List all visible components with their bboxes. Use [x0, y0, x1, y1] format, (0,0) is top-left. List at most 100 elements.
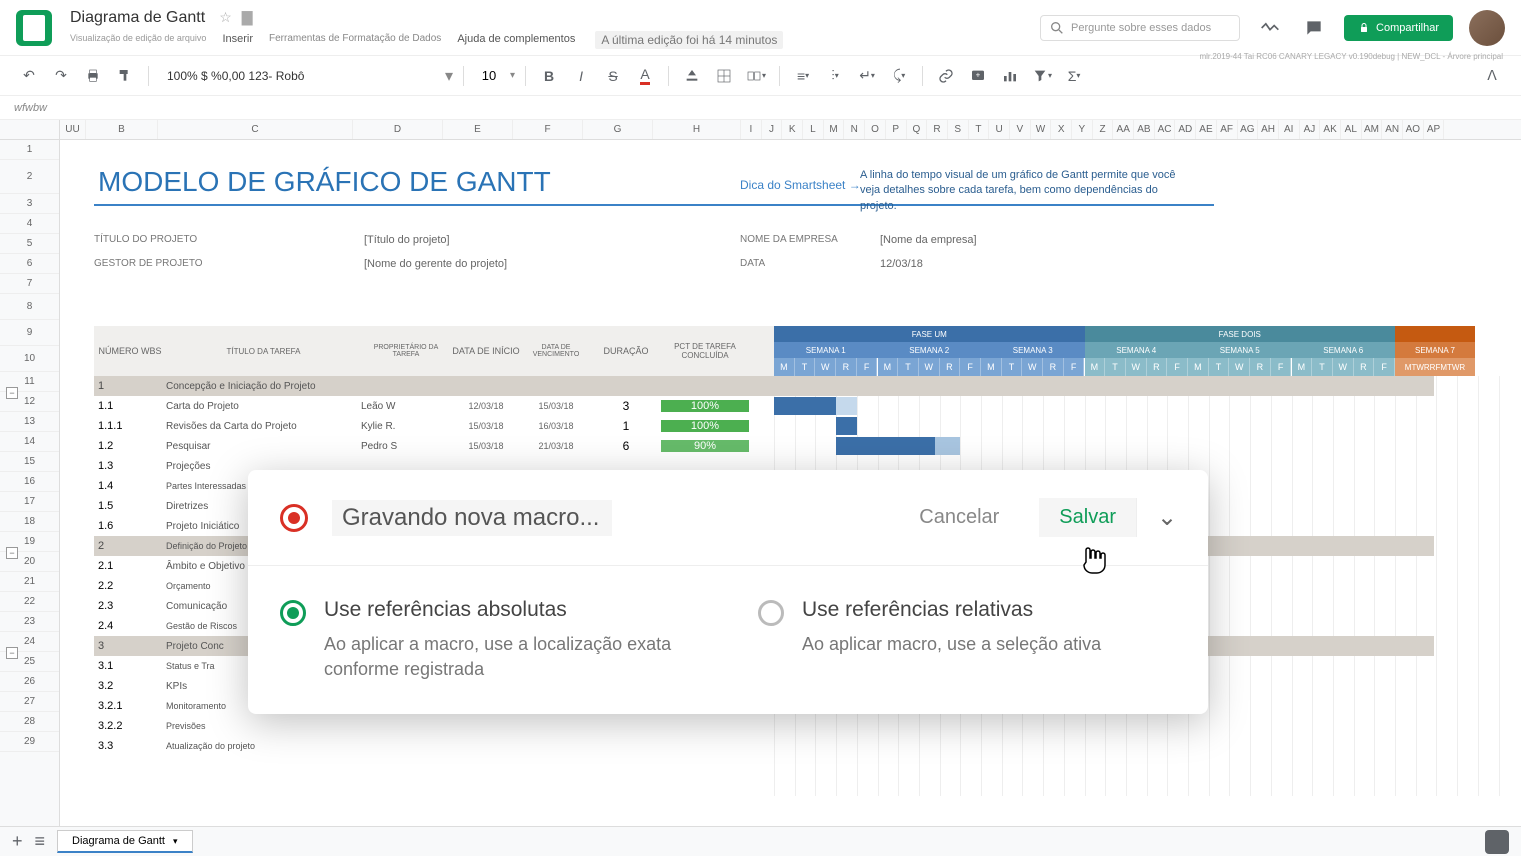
strikethrough-button[interactable]: S — [600, 63, 626, 89]
insert-link-button[interactable] — [933, 63, 959, 89]
column-header[interactable]: R — [927, 120, 948, 139]
text-rotation-button[interactable]: ⤹▾ — [886, 63, 912, 89]
absolute-refs-option[interactable]: Use referências absolutas Ao aplicar a m… — [280, 598, 698, 682]
row-header[interactable]: 17 — [0, 492, 59, 512]
row-header[interactable]: 8 — [0, 294, 59, 320]
row-header[interactable]: 28 — [0, 712, 59, 732]
cancel-button[interactable]: Cancelar — [919, 506, 999, 529]
sheet-tab[interactable]: Diagrama de Gantt ▾ — [57, 830, 192, 853]
gantt-section-row[interactable]: 1Concepção e Iniciação do Projeto — [94, 376, 1434, 396]
column-header[interactable]: B — [86, 120, 158, 139]
row-header[interactable]: 6 — [0, 254, 59, 274]
row-header[interactable]: 14 — [0, 432, 59, 452]
column-header[interactable]: AK — [1320, 120, 1341, 139]
column-header[interactable]: E — [443, 120, 513, 139]
column-header[interactable]: J — [762, 120, 783, 139]
add-sheet-button[interactable]: + — [12, 831, 23, 852]
column-header[interactable]: AB — [1134, 120, 1155, 139]
user-avatar[interactable] — [1469, 10, 1505, 46]
functions-button[interactable]: Σ▾ — [1061, 63, 1087, 89]
row-header[interactable]: 2 — [0, 160, 59, 194]
column-header[interactable]: Q — [907, 120, 928, 139]
column-header[interactable]: AJ — [1300, 120, 1321, 139]
column-header[interactable]: H — [653, 120, 741, 139]
column-header[interactable]: N — [844, 120, 865, 139]
column-header[interactable]: AD — [1175, 120, 1196, 139]
vertical-align-button[interactable]: ⫶▾ — [822, 63, 848, 89]
gantt-bar[interactable] — [836, 437, 960, 455]
row-header[interactable]: 29 — [0, 732, 59, 752]
column-header[interactable]: D — [353, 120, 443, 139]
gantt-task-row[interactable]: 3.2.2Previsões — [94, 716, 749, 736]
name-box[interactable]: wfwbw — [8, 102, 53, 114]
print-button[interactable] — [80, 63, 106, 89]
row-header[interactable]: 3 — [0, 194, 59, 214]
folder-icon[interactable]: ▇ — [242, 9, 253, 26]
explore-search-box[interactable]: Pergunte sobre esses dados — [1040, 15, 1240, 41]
row-header[interactable]: 10 — [0, 346, 59, 372]
column-header[interactable]: AE — [1196, 120, 1217, 139]
column-header[interactable]: V — [1010, 120, 1031, 139]
row-header[interactable]: 9 — [0, 320, 59, 346]
explore-button[interactable] — [1485, 830, 1509, 854]
last-edit-info[interactable]: A última edição foi há 14 minutos — [595, 31, 783, 49]
menu-insert[interactable]: Inserir — [216, 31, 259, 49]
menu-addons-help[interactable]: Ajuda de complementos — [451, 31, 581, 49]
column-header[interactable]: AG — [1238, 120, 1259, 139]
column-header[interactable]: Z — [1093, 120, 1114, 139]
column-header[interactable]: AC — [1155, 120, 1176, 139]
gantt-bar[interactable] — [836, 417, 857, 435]
column-header[interactable]: G — [583, 120, 653, 139]
all-sheets-button[interactable]: ≡ — [35, 831, 46, 852]
insert-chart-button[interactable] — [997, 63, 1023, 89]
borders-button[interactable] — [711, 63, 737, 89]
column-header[interactable]: L — [803, 120, 824, 139]
row-group-toggle[interactable]: − — [6, 647, 18, 659]
insert-comment-button[interactable]: + — [965, 63, 991, 89]
row-header[interactable]: 21 — [0, 572, 59, 592]
comments-icon[interactable] — [1300, 14, 1328, 42]
gantt-task-row[interactable]: 1.1Carta do ProjetoLeão W12/03/1815/03/1… — [94, 396, 749, 416]
doc-title[interactable]: Diagrama de Gantt — [64, 7, 211, 29]
gantt-task-row[interactable]: 3.3Atualização do projeto — [94, 736, 749, 756]
text-color-button[interactable]: A — [632, 63, 658, 89]
column-header[interactable]: I — [741, 120, 762, 139]
row-header[interactable]: 16 — [0, 472, 59, 492]
column-header[interactable]: C — [158, 120, 353, 139]
font-size-input[interactable]: 10 — [474, 68, 504, 83]
column-header[interactable]: AI — [1279, 120, 1300, 139]
column-header[interactable]: AA — [1113, 120, 1134, 139]
macro-name-input[interactable] — [332, 500, 612, 536]
fill-color-button[interactable] — [679, 63, 705, 89]
row-header[interactable]: 1 — [0, 140, 59, 160]
gantt-bar[interactable] — [774, 397, 836, 415]
column-header[interactable]: AL — [1341, 120, 1362, 139]
paint-format-button[interactable] — [112, 63, 138, 89]
row-header[interactable]: 18 — [0, 512, 59, 532]
row-group-toggle[interactable]: − — [6, 547, 18, 559]
share-button[interactable]: Compartilhar — [1344, 15, 1453, 41]
filter-button[interactable]: ▾ — [1029, 63, 1055, 89]
italic-button[interactable]: I — [568, 63, 594, 89]
column-header[interactable]: AH — [1258, 120, 1279, 139]
collapse-modal-button[interactable]: ⌄ — [1136, 498, 1176, 537]
collapse-toolbar-button[interactable]: ᐱ — [1479, 63, 1505, 89]
row-header[interactable]: 5 — [0, 234, 59, 254]
column-header[interactable]: UU — [60, 120, 86, 139]
column-header[interactable]: O — [865, 120, 886, 139]
gantt-task-row[interactable]: 1.1.1Revisões da Carta do ProjetoKylie R… — [94, 416, 749, 436]
text-wrap-button[interactable]: ↵▾ — [854, 63, 880, 89]
row-group-toggle[interactable]: − — [6, 387, 18, 399]
horizontal-align-button[interactable]: ≡▾ — [790, 63, 816, 89]
gantt-task-row[interactable]: 1.2PesquisarPedro S15/03/1821/03/18690% — [94, 436, 749, 456]
row-header[interactable]: 7 — [0, 274, 59, 294]
column-header[interactable]: M — [824, 120, 845, 139]
menu-format-tools[interactable]: Ferramentas de Formatação de Dados — [263, 31, 447, 49]
row-header[interactable]: 27 — [0, 692, 59, 712]
sheet-tab-menu-icon[interactable]: ▾ — [173, 836, 178, 847]
smartsheet-tip-link[interactable]: Dica do Smartsheet → — [740, 178, 861, 192]
star-icon[interactable]: ☆ — [219, 9, 232, 26]
menu-view-history[interactable]: Visualização de edição de arquivo — [64, 31, 212, 49]
column-header[interactable]: F — [513, 120, 583, 139]
relative-refs-option[interactable]: Use referências relativas Ao aplicar mac… — [758, 598, 1176, 682]
